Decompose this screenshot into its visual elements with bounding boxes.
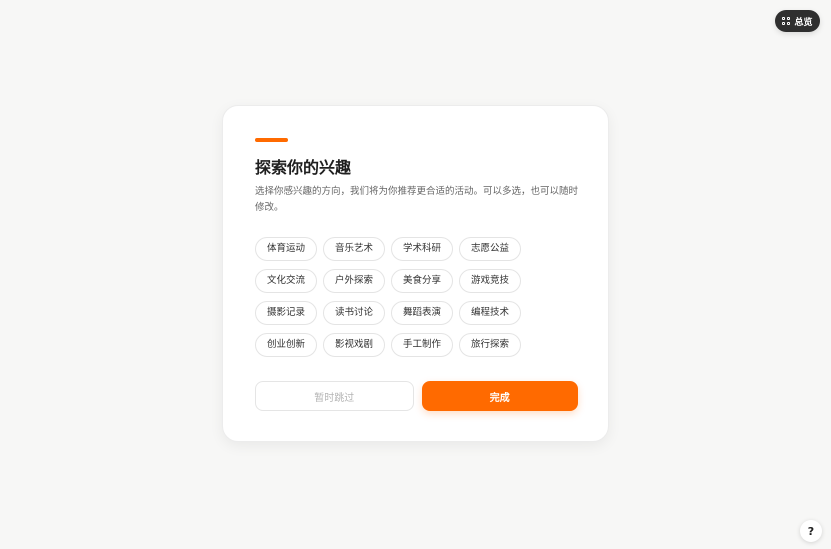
interest-chip-handcraft[interactable]: 手工制作 [391, 333, 454, 357]
grid-icon [782, 17, 791, 25]
interest-chip-travel[interactable]: 旅行探索 [459, 333, 522, 357]
overview-label: 总览 [794, 17, 813, 28]
overview-button[interactable]: 总览 [775, 10, 820, 32]
help-button[interactable]: ? [800, 520, 822, 542]
page: 总览 探索你的兴趣 选择你感兴趣的方向，我们将为你推荐更合适的活动。可以多选，也… [0, 0, 831, 549]
interest-chip-programming[interactable]: 编程技术 [459, 301, 522, 325]
action-row: 暂时跳过 完成 [255, 381, 578, 411]
skip-button[interactable]: 暂时跳过 [255, 381, 414, 411]
interest-chip-food-sharing[interactable]: 美食分享 [391, 269, 454, 293]
interest-chip-book-discussion[interactable]: 读书讨论 [323, 301, 386, 325]
interest-chip-cultural-exchange[interactable]: 文化交流 [255, 269, 318, 293]
interest-chip-photography[interactable]: 摄影记录 [255, 301, 318, 325]
page-subtitle: 选择你感兴趣的方向，我们将为你推荐更合适的活动。可以多选，也可以随时修改。 [255, 186, 579, 213]
interest-card: 探索你的兴趣 选择你感兴趣的方向，我们将为你推荐更合适的活动。可以多选，也可以随… [222, 105, 609, 442]
interest-chip-academic-research[interactable]: 学术科研 [391, 237, 454, 261]
page-title: 探索你的兴趣 [255, 158, 352, 177]
interest-chip-outdoor[interactable]: 户外探索 [323, 269, 386, 293]
done-button[interactable]: 完成 [421, 381, 578, 411]
interest-chip-volunteer[interactable]: 志愿公益 [459, 237, 522, 261]
interest-chip-list: 体育运动 音乐艺术 学术科研 志愿公益 文化交流 户外探索 美食分享 游戏竞技 … [255, 237, 595, 357]
interest-chip-gaming[interactable]: 游戏竞技 [459, 269, 522, 293]
interest-chip-sports[interactable]: 体育运动 [255, 237, 318, 261]
interest-chip-entrepreneurship[interactable]: 创业创新 [255, 333, 318, 357]
interest-chip-music-art[interactable]: 音乐艺术 [323, 237, 386, 261]
help-icon: ? [807, 524, 815, 538]
interest-chip-dance-performance[interactable]: 舞蹈表演 [391, 301, 454, 325]
accent-bar [255, 138, 288, 142]
interest-chip-film-drama[interactable]: 影视戏剧 [323, 333, 386, 357]
